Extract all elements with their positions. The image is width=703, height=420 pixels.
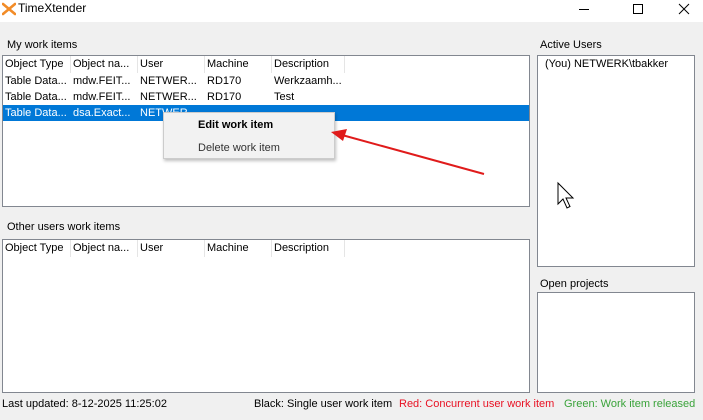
annotation-overlay bbox=[331, 129, 575, 209]
legend-released: Green: Work item released bbox=[564, 398, 696, 410]
legend-single-user: Black: Single user work item bbox=[254, 398, 393, 410]
last-updated-text: Last updated: 8-12-2025 11:25:02 bbox=[2, 398, 167, 410]
red-arrow-annotation bbox=[331, 129, 485, 175]
legend-concurrent-user: Red: Concurrent user work item bbox=[399, 398, 555, 410]
mouse-cursor-icon bbox=[557, 181, 575, 209]
